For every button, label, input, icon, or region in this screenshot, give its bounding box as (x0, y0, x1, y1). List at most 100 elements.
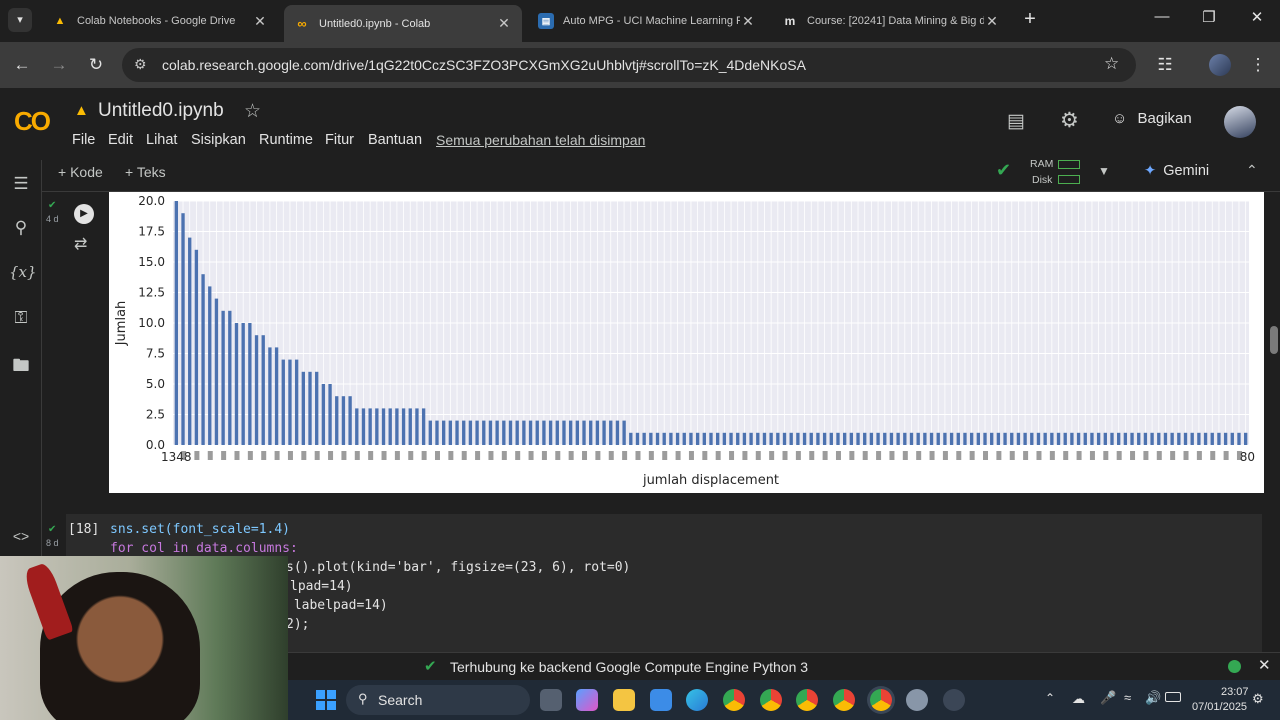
bar (214, 298, 219, 445)
secrets-key-icon[interactable]: ⚿ (9, 308, 33, 332)
resources-dropdown-icon[interactable]: ▼ (1098, 164, 1110, 178)
bar (455, 420, 459, 445)
menu-file[interactable]: File (72, 132, 95, 148)
task-view-icon[interactable] (540, 689, 562, 711)
cloud-icon[interactable]: ☁ (1072, 691, 1085, 707)
close-status-icon[interactable]: ✕ (1258, 656, 1271, 674)
add-code-button[interactable]: + Kode (58, 164, 103, 180)
edge-icon[interactable] (686, 689, 708, 711)
x-tick-label-cluster (1009, 451, 1015, 460)
execution-count: [18] (68, 522, 100, 537)
clock-date[interactable]: 07/01/2025 (1192, 701, 1247, 713)
star-icon[interactable]: ☆ (244, 100, 261, 123)
ram-usage-bar (1058, 160, 1080, 169)
chrome-icon[interactable] (723, 689, 745, 711)
webcam-person (40, 572, 200, 720)
table-of-contents-icon[interactable]: ☰ (9, 174, 33, 198)
volume-icon[interactable]: 🔊 (1145, 690, 1161, 706)
menu-runtime[interactable]: Runtime (259, 132, 313, 148)
menu-edit[interactable]: Edit (108, 132, 133, 148)
code-line[interactable]: for col in data.columns: (110, 541, 298, 556)
add-text-button[interactable]: + Teks (125, 164, 166, 180)
x-tick-label-cluster (247, 451, 253, 460)
back-icon[interactable]: ← (10, 53, 34, 77)
files-folder-icon[interactable]: 🖿 (9, 353, 33, 377)
bar (408, 408, 412, 445)
variables-icon[interactable]: {x} (9, 263, 37, 287)
microphone-icon[interactable]: 🎤 (1100, 690, 1116, 706)
bar (1043, 432, 1047, 445)
code-line[interactable]: lpad=14) (290, 579, 353, 594)
file-explorer-icon[interactable] (613, 689, 635, 711)
menu-lihat[interactable]: Lihat (146, 132, 177, 148)
search-icon[interactable]: ⚲ (9, 218, 33, 242)
bar (228, 310, 232, 445)
code-line[interactable]: 2); (286, 617, 309, 632)
disk-usage-bar (1058, 175, 1080, 184)
address-bar[interactable]: ⚙ colab.research.google.com/drive/1qG22t… (122, 48, 1136, 82)
clock-time[interactable]: 23:07 (1221, 686, 1249, 698)
menu-sisipkan[interactable]: Sisipkan (191, 132, 246, 148)
chrome-menu-icon[interactable]: ⋮ (1246, 53, 1270, 77)
bookmark-star-icon[interactable]: ☆ (1104, 54, 1119, 74)
wifi-icon[interactable]: ≈ (1124, 690, 1131, 705)
tab-auto-mpg-uci[interactable]: ▤ Auto MPG - UCI Machine Learning Re ✕ (528, 5, 766, 37)
taskbar-search-box[interactable]: ⚲ Search (346, 685, 530, 715)
comments-icon[interactable]: ▤ (1007, 110, 1025, 133)
share-button[interactable]: ☺ Bagikan (1112, 110, 1192, 127)
chrome-icon[interactable] (870, 689, 892, 711)
battery-icon[interactable] (1165, 692, 1181, 702)
bar (328, 384, 332, 445)
tab-colab-notebooks-drive[interactable]: ▲ Colab Notebooks - Google Drive ✕ (42, 5, 278, 37)
tab-untitled0-colab[interactable]: ∞ Untitled0.ipynb - Colab ✕ (284, 5, 522, 42)
chrome-icon[interactable] (760, 689, 782, 711)
drive-icon: ▲ (54, 15, 66, 27)
code-line[interactable]: labelpad=14) (286, 598, 388, 613)
collapse-header-icon[interactable]: ⌃ (1246, 162, 1258, 179)
close-tab-icon[interactable]: ✕ (740, 13, 756, 30)
run-cell-button[interactable]: ▶ (74, 204, 94, 224)
colab-logo[interactable]: CO (14, 106, 51, 137)
menu-bantuan[interactable]: Bantuan (368, 132, 422, 148)
bar (802, 432, 807, 445)
code-line[interactable]: s().plot(kind='bar', figsize=(23, 6), ro… (286, 560, 630, 575)
code-line[interactable]: sns.set(font_scale=1.4) (110, 522, 290, 537)
scrollbar-thumb[interactable] (1270, 326, 1278, 354)
windows-start-icon[interactable] (316, 690, 336, 710)
copilot-icon[interactable] (576, 689, 598, 711)
close-tab-icon[interactable]: ✕ (984, 13, 1000, 30)
settings-gear-icon[interactable]: ⚙ (1060, 108, 1079, 133)
extensions-icon[interactable]: ☷ (1153, 53, 1177, 77)
site-info-icon[interactable]: ⚙ (134, 56, 147, 73)
profile-avatar[interactable] (1209, 54, 1231, 76)
minimize-icon[interactable]: — (1148, 8, 1176, 32)
tab-course-data-mining[interactable]: m Course: [20241] Data Mining & Big da ✕ (772, 5, 1010, 37)
media-player-icon[interactable] (943, 689, 965, 711)
bar (261, 335, 265, 445)
tray-chevron-icon[interactable]: ⌃ (1045, 691, 1055, 705)
notebook-title[interactable]: Untitled0.ipynb (98, 100, 224, 122)
forward-icon[interactable]: → (47, 53, 71, 77)
close-tab-icon[interactable]: ✕ (252, 13, 268, 30)
chrome-icon[interactable] (833, 689, 855, 711)
code-snippets-icon[interactable]: <> (9, 528, 33, 552)
x-tick-label-cluster (354, 451, 360, 460)
gemini-button[interactable]: ✦ Gemini (1144, 163, 1209, 179)
save-status-link[interactable]: Semua perubahan telah disimpan (436, 132, 645, 148)
menu-fitur[interactable]: Fitur (325, 132, 354, 148)
new-tab-button[interactable]: + (1018, 8, 1042, 32)
reload-icon[interactable]: ↻ (84, 53, 108, 77)
close-window-icon[interactable]: ✕ (1243, 8, 1271, 32)
user-avatar[interactable] (1224, 106, 1256, 138)
notifications-icon[interactable]: ⚙ (1252, 691, 1264, 707)
output-actions-icon[interactable]: ⇄ (74, 234, 87, 254)
chrome-icon[interactable] (796, 689, 818, 711)
bar (595, 420, 600, 445)
store-icon[interactable] (650, 689, 672, 711)
tab-search-button[interactable]: ▾ (8, 8, 32, 32)
close-tab-icon[interactable]: ✕ (496, 15, 512, 32)
url-text[interactable]: colab.research.google.com/drive/1qG22t0C… (162, 57, 806, 73)
app-icon[interactable] (906, 689, 928, 711)
x-tick-label-cluster (742, 451, 748, 460)
restore-icon[interactable]: ❐ (1195, 8, 1223, 32)
